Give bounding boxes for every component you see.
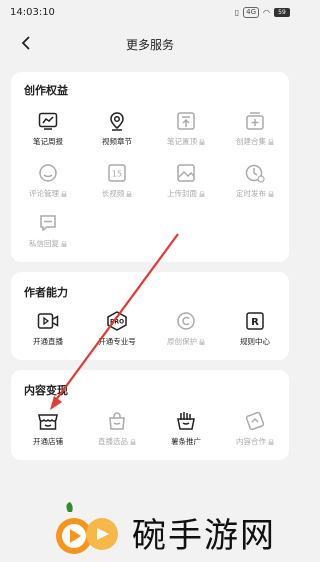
pin-top-icon [175, 110, 197, 132]
brand-watermark: 碗手游网 [50, 500, 296, 560]
svg-text:R: R [251, 317, 259, 328]
rules-icon: R [244, 310, 266, 332]
section-creation-rights: 创作权益 笔记周报 视频章节 笔记置顶 创建合集 评论管理 15 长视频 上传封… [11, 72, 289, 262]
live-icon [37, 310, 59, 332]
nav-bar: 更多服务 [0, 24, 300, 64]
location-pin-icon [106, 110, 128, 132]
grid-item-label: 规则中心 [240, 337, 270, 346]
grid-item-open-store[interactable]: 开通店铺 [16, 410, 80, 456]
grid-item-live-selection[interactable]: 直播选品 [85, 410, 149, 456]
section-title: 作者能力 [24, 286, 68, 299]
lock-icon [199, 138, 205, 145]
section-title: 创作权益 [24, 84, 68, 97]
long-video-icon: 15 [106, 162, 128, 184]
grid-item-open-live[interactable]: 开通直播 [16, 310, 80, 356]
grid-item-content-cooperation[interactable]: 内容合作 [223, 410, 287, 456]
grid-item-comment-management[interactable]: 评论管理 [16, 162, 80, 208]
pro-icon: PRO [106, 310, 128, 332]
status-time: 14:03:10 [10, 6, 55, 18]
copyright-icon [175, 310, 197, 332]
signal-badge: 4G [243, 6, 260, 18]
status-icons: ▯ 4G ◠ 59 [234, 6, 290, 18]
wifi-icon: ◠ [263, 7, 270, 17]
lock-icon [199, 190, 205, 197]
grid-item-label: 私信回复 [29, 238, 67, 249]
grid-item-weekly-report[interactable]: 笔记周报 [16, 110, 80, 156]
status-bar: 14:03:10 ▯ 4G ◠ 59 [0, 0, 300, 24]
chevron-left-icon [21, 36, 30, 50]
lock-icon [199, 338, 205, 345]
cover-icon [175, 162, 197, 184]
grid-item-long-video[interactable]: 15 长视频 [85, 162, 149, 208]
clock-icon [244, 162, 266, 184]
svg-text:PRO: PRO [110, 319, 124, 326]
grid-item-scheduled-publish[interactable]: 定时发布 [223, 162, 287, 208]
message-icon [37, 212, 59, 234]
section-title: 内容变现 [24, 384, 68, 397]
grid-item-label: 上传封面 [167, 188, 205, 199]
lock-icon [61, 190, 67, 197]
svg-text:15: 15 [112, 170, 122, 179]
grid-item-rules-center[interactable]: R 规则中心 [223, 310, 287, 356]
page-title: 更多服务 [125, 37, 174, 52]
lock-icon [268, 138, 274, 145]
brand-text: 碗手游网 [132, 516, 276, 556]
grid-item-fries-promotion[interactable]: 薯条推广 [154, 410, 218, 456]
fries-icon [175, 410, 197, 432]
grid-item-label: 薯条推广 [171, 437, 201, 446]
back-button[interactable] [16, 33, 36, 53]
chart-icon [37, 110, 59, 132]
grid-item-upload-cover[interactable]: 上传封面 [154, 162, 218, 208]
lock-icon [61, 240, 67, 247]
store-icon [37, 410, 59, 432]
battery-icon: 59 [274, 7, 290, 17]
grid-item-label: 创建合集 [236, 136, 274, 147]
grid-item-original-protection[interactable]: 原创保护 [154, 310, 218, 356]
grid-item-dm-reply[interactable]: 私信回复 [16, 212, 80, 258]
grid-item-label: 笔记周报 [33, 137, 63, 146]
grid-item-label: 定时发布 [236, 188, 274, 199]
grid-item-label: 直播选品 [98, 436, 136, 447]
grid-item-label: 长视频 [102, 188, 133, 199]
grid-item-open-pro-account[interactable]: PRO 开通专业号 [85, 310, 149, 356]
collection-icon [244, 110, 266, 132]
grid-item-pin-note[interactable]: 笔记置顶 [154, 110, 218, 156]
lock-icon [268, 438, 274, 445]
handshake-icon [244, 410, 266, 432]
section-content-monetization: 内容变现 开通店铺 直播选品 薯条推广 内容合作 [11, 370, 289, 460]
grid-item-label: 开通专业号 [98, 337, 136, 346]
section-author-abilities: 作者能力 开通直播 PRO 开通专业号 原创保护 R 规则中心 [11, 272, 289, 360]
grid-item-label: 开通店铺 [33, 437, 63, 446]
alarm-icon: ▯ [234, 7, 240, 17]
grid-item-label: 评论管理 [29, 188, 67, 199]
grid-item-label: 笔记置顶 [167, 136, 205, 147]
lock-icon [268, 190, 274, 197]
grid-item-create-collection[interactable]: 创建合集 [223, 110, 287, 156]
orange-play-logo [56, 502, 118, 554]
comment-icon [37, 162, 59, 184]
lock-icon [126, 190, 132, 197]
lock-icon [130, 438, 136, 445]
grid-item-label: 内容合作 [236, 436, 274, 447]
grid-item-label: 开通直播 [33, 337, 63, 346]
grid-item-label: 视频章节 [102, 137, 132, 146]
grid-item-video-chapter[interactable]: 视频章节 [85, 110, 149, 156]
grid-item-label: 原创保护 [167, 336, 205, 347]
bag-icon [106, 410, 128, 432]
